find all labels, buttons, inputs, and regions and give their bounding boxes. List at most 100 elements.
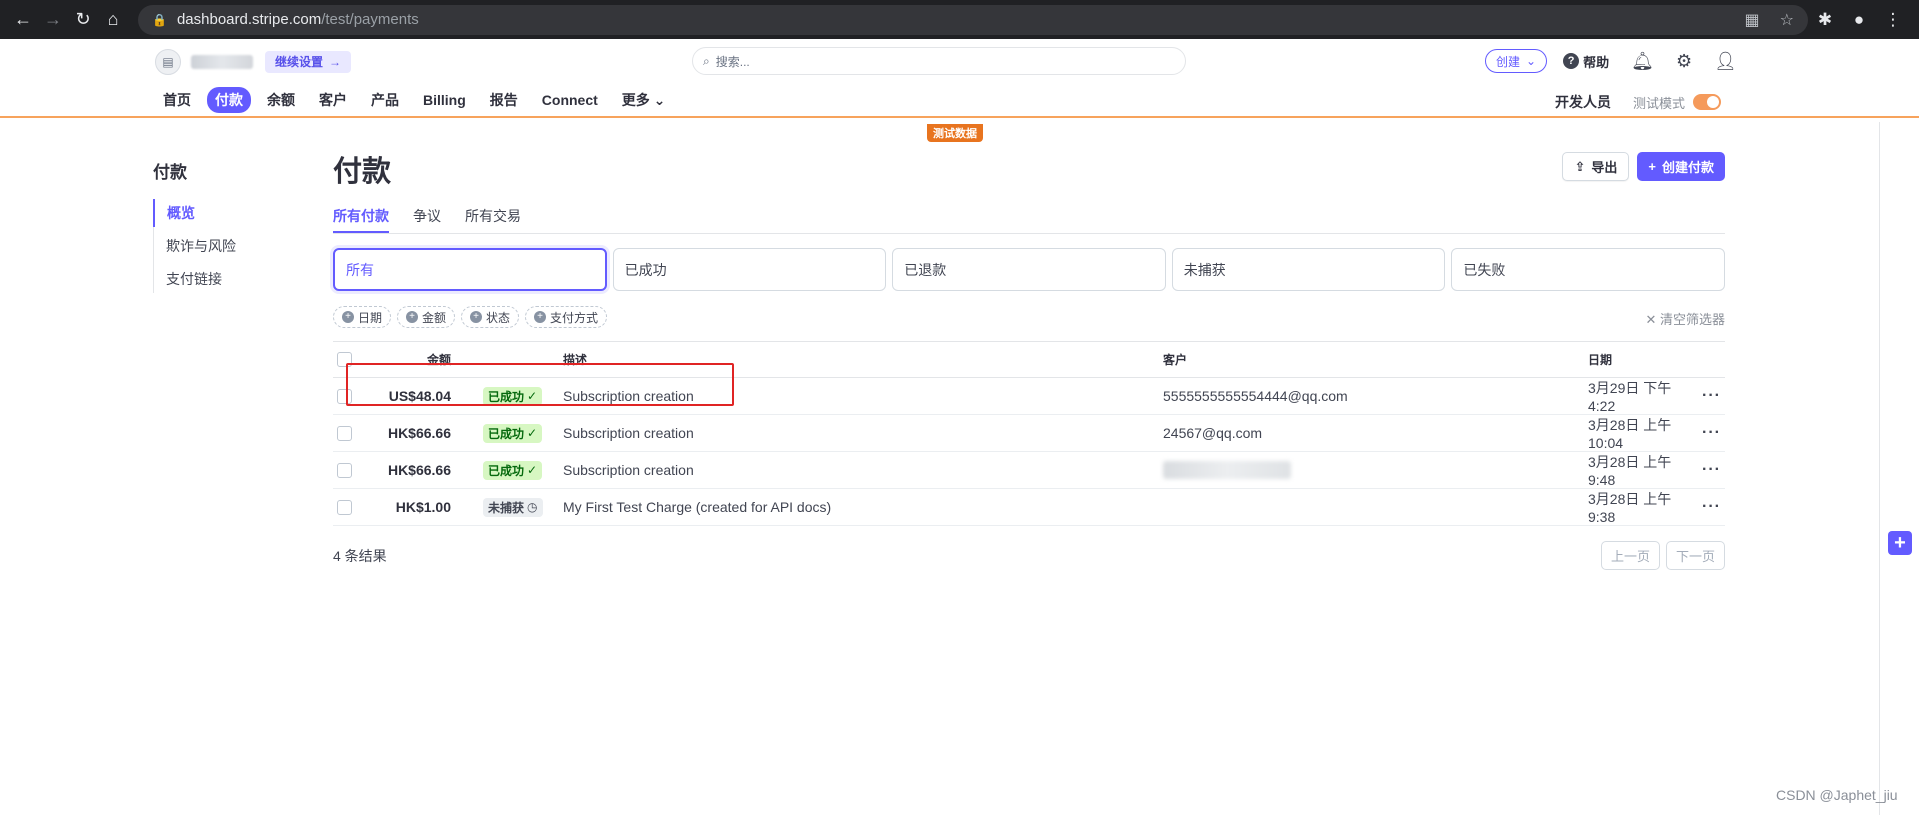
tab-all-payments[interactable]: 所有付款 <box>333 202 389 233</box>
test-mode-toggle[interactable]: 测试模式 <box>1633 93 1722 112</box>
watermark: CSDN @Japhet_jiu <box>1776 787 1898 803</box>
developers-link[interactable]: 开发人员 <box>1555 92 1611 112</box>
create-payment-button[interactable]: + 创建付款 <box>1637 152 1725 181</box>
floating-add-icon[interactable]: + <box>1888 531 1912 555</box>
gear-icon[interactable]: ⚙ <box>1676 51 1692 72</box>
plus-circle-icon: + <box>470 311 483 323</box>
row-customer: 24567@qq.com <box>1163 414 1588 452</box>
status-badge: 已成功 ✓ <box>483 423 543 443</box>
lock-icon: 🔒 <box>152 12 167 27</box>
subnav-item-payment-links[interactable]: 支付链接 <box>154 265 236 293</box>
nav-reports[interactable]: 报告 <box>482 87 526 113</box>
filter-amount[interactable]: + 金额 <box>397 306 456 328</box>
back-icon[interactable]: ← <box>8 5 38 35</box>
tab-disputes[interactable]: 争议 <box>413 202 441 233</box>
search-icon: ⌕ <box>703 53 710 68</box>
table-row[interactable]: HK$1.00 未捕获 ◷ My First Test Charge (creat… <box>333 488 1725 526</box>
chevron-down-icon: ⌄ <box>653 92 666 108</box>
search-input[interactable]: ⌕ 搜索... <box>692 47 1186 75</box>
nav-customers[interactable]: 客户 <box>311 87 355 113</box>
table-row[interactable]: HK$66.66 已成功 ✓ Subscription creation 3月28… <box>333 451 1725 489</box>
forward-icon[interactable]: → <box>38 5 68 35</box>
row-date: 3月28日 上午9:48 <box>1588 451 1698 489</box>
filter-status[interactable]: + 状态 <box>461 306 520 328</box>
plus-circle-icon: + <box>406 311 419 323</box>
row-checkbox[interactable] <box>337 425 352 441</box>
subnav-item-overview[interactable]: 概览 <box>153 199 236 227</box>
export-label: 导出 <box>1591 160 1618 175</box>
row-status-cell: 未捕获 ◷ <box>483 488 563 526</box>
reload-icon[interactable]: ↻ <box>68 5 98 35</box>
row-checkbox[interactable] <box>337 462 352 478</box>
nav-connect[interactable]: Connect <box>534 89 606 111</box>
main-nav: 首页 付款 余额 客户 产品 Billing 报告 Connect 更多 ⌄ 开… <box>0 84 1919 118</box>
table-footer: 4 条结果 上一页 下一页 <box>333 541 1725 571</box>
row-date: 3月29日 下午4:22 <box>1588 377 1698 415</box>
account-store-icon[interactable]: ▤ <box>155 48 181 75</box>
filter-date[interactable]: + 日期 <box>333 306 392 328</box>
close-icon: ✕ <box>1645 312 1657 327</box>
browser-menu-icon[interactable]: ⋮ <box>1876 10 1910 30</box>
nav-more-label: 更多 <box>621 92 650 108</box>
dashboard-topbar: ▤ 继续设置 → ⌕ 搜索... 创建 ⌄ ? 帮助 🔔︎ ⚙ 👤︎ <box>0 39 1919 84</box>
clear-filters-button[interactable]: ✕ 清空筛选器 <box>1645 309 1725 328</box>
home-icon[interactable]: ⌂ <box>98 5 128 35</box>
customer-redacted <box>1163 461 1291 480</box>
status-card-refunded[interactable]: 已退款 <box>892 248 1166 291</box>
toggle-switch[interactable] <box>1693 94 1722 110</box>
prev-page-button[interactable]: 上一页 <box>1600 541 1660 570</box>
table-row[interactable]: HK$66.66 已成功 ✓ Subscription creation 2456… <box>333 414 1725 452</box>
row-status-cell: 已成功 ✓ <box>483 451 563 489</box>
status-badge: 已成功 ✓ <box>483 460 543 480</box>
nav-products[interactable]: 产品 <box>363 87 407 113</box>
nav-home[interactable]: 首页 <box>155 87 199 113</box>
plus-icon: + <box>1648 159 1656 174</box>
nav-payments[interactable]: 付款 <box>207 87 251 113</box>
tab-all-transactions[interactable]: 所有交易 <box>465 202 521 233</box>
row-status-cell: 已成功 ✓ <box>483 414 563 452</box>
qr-code-icon[interactable]: ▦ <box>1745 10 1760 30</box>
row-amount: HK$1.00 <box>363 488 483 526</box>
row-date: 3月28日 上午9:38 <box>1588 488 1698 526</box>
bell-icon[interactable]: 🔔︎ <box>1631 51 1654 72</box>
create-dropdown-button[interactable]: 创建 ⌄ <box>1485 49 1548 73</box>
continue-setup-label: 继续设置 <box>275 55 324 69</box>
col-date[interactable]: 日期 <box>1588 341 1698 378</box>
row-checkbox[interactable] <box>337 499 352 515</box>
row-amount: HK$66.66 <box>363 414 483 452</box>
payments-subnav: 付款 概览 欺诈与风险 支付链接 <box>153 158 236 298</box>
results-count: 4 条结果 <box>333 548 387 564</box>
filter-payment-method[interactable]: + 支付方式 <box>525 306 608 328</box>
main-content: 付款 ⇪ 导出 + 创建付款 所有付款 争议 所有交易 所有 已成功 已退款 未… <box>333 148 1725 571</box>
help-button[interactable]: ? 帮助 <box>1563 52 1609 71</box>
status-badge-label: 未捕获 <box>488 500 525 515</box>
filter-chips: + 日期 + 金额 + 状态 + 支付方式 ✕ 清空筛选器 <box>333 306 1725 328</box>
profile-icon[interactable]: ● <box>1842 10 1876 30</box>
extensions-icon[interactable]: ✱ <box>1808 10 1842 30</box>
row-more-icon[interactable]: ··· <box>1698 451 1725 489</box>
status-card-failed[interactable]: 已失败 <box>1451 248 1725 291</box>
status-card-all[interactable]: 所有 <box>333 248 607 291</box>
nav-more[interactable]: 更多 ⌄ <box>614 87 674 113</box>
bookmark-star-icon[interactable]: ☆ <box>1780 10 1794 30</box>
subnav-item-fraud-risk[interactable]: 欺诈与风险 <box>154 232 236 260</box>
nav-balances[interactable]: 余额 <box>259 87 303 113</box>
next-page-button[interactable]: 下一页 <box>1665 541 1725 570</box>
export-button[interactable]: ⇪ 导出 <box>1562 152 1630 181</box>
user-icon[interactable]: 👤︎ <box>1714 51 1737 72</box>
row-more-icon[interactable]: ··· <box>1698 488 1725 526</box>
address-bar[interactable]: 🔒 dashboard.stripe.com/test/payments ▦ ☆ <box>138 4 1808 35</box>
col-customer[interactable]: 客户 <box>1163 341 1588 378</box>
continue-setup-button[interactable]: 继续设置 → <box>265 50 352 73</box>
row-description: Subscription creation <box>563 414 1163 452</box>
test-data-banner: 测试数据 <box>927 124 983 142</box>
url-host: dashboard.stripe.com <box>176 11 322 28</box>
row-more-icon[interactable]: ··· <box>1698 414 1725 452</box>
nav-billing[interactable]: Billing <box>415 89 474 111</box>
status-card-uncaptured[interactable]: 未捕获 <box>1171 248 1446 291</box>
clock-icon: ◷ <box>527 500 538 514</box>
browser-toolbar: ← → ↻ ⌂ 🔒 dashboard.stripe.com/test/paym… <box>0 0 1919 39</box>
status-card-succeeded[interactable]: 已成功 <box>612 248 887 291</box>
row-more-icon[interactable]: ··· <box>1698 377 1725 415</box>
account-name-redacted[interactable] <box>191 54 253 69</box>
